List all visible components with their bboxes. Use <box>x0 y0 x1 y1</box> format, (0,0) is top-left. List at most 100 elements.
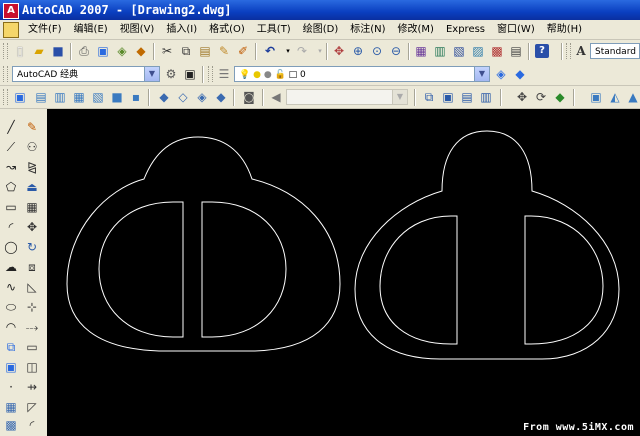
layer-previous-icon[interactable]: ◆ <box>512 66 528 82</box>
make-object-layer-current-icon[interactable]: ◈ <box>493 66 509 82</box>
chevron-down-icon[interactable]: ▼ <box>392 90 407 104</box>
menu-express[interactable]: Express <box>440 20 491 39</box>
bottom-view-icon[interactable]: ▥ <box>52 89 68 105</box>
save-icon[interactable]: ■ <box>50 43 66 59</box>
autocad-app-icon[interactable]: A <box>3 3 19 19</box>
insert-block-icon[interactable]: ⧉ <box>2 339 20 355</box>
zoom-previous-icon[interactable]: ⊖ <box>388 43 404 59</box>
named-views-icon[interactable]: ▣ <box>12 89 28 105</box>
print-icon[interactable]: ⎙ <box>76 43 92 59</box>
view-back-icon[interactable]: ◀ <box>268 89 284 105</box>
menu-tools[interactable]: 工具(T) <box>251 20 297 39</box>
se-iso-icon[interactable]: ◇ <box>175 89 191 105</box>
trim-icon[interactable]: ⊹ <box>23 299 41 315</box>
copy-icon[interactable]: ⧉ <box>178 43 194 59</box>
point-icon[interactable]: · <box>2 379 20 395</box>
move-icon[interactable]: ✥ <box>23 219 41 235</box>
save-workspace-icon[interactable]: ▣ <box>182 66 198 82</box>
nw-iso-icon[interactable]: ◆ <box>213 89 229 105</box>
menu-edit[interactable]: 编辑(E) <box>68 20 114 39</box>
3d-orbit-icon[interactable]: ✥ <box>514 89 530 105</box>
extend-icon[interactable]: ⤏ <box>23 319 41 335</box>
open-icon[interactable]: ▰ <box>31 43 47 59</box>
menu-dimension[interactable]: 标注(N) <box>344 20 391 39</box>
rectangle-icon[interactable]: ▭ <box>2 199 20 215</box>
spline-icon[interactable]: ∿ <box>2 279 20 295</box>
help-icon[interactable]: ? <box>535 44 549 58</box>
menu-file[interactable]: 文件(F) <box>22 20 68 39</box>
viewports-2-icon[interactable]: ▣ <box>440 89 456 105</box>
mirror-icon[interactable]: ⧎ <box>23 159 41 175</box>
3d-dwf-icon[interactable]: ◆ <box>133 43 149 59</box>
toolbar-grip[interactable] <box>566 43 571 59</box>
menu-modify[interactable]: 修改(M) <box>392 20 440 39</box>
calculator-icon[interactable]: ▤ <box>508 43 524 59</box>
drawing-canvas[interactable]: From www.5iMX.com <box>47 109 640 436</box>
publish-icon[interactable]: ◈ <box>114 43 130 59</box>
line-icon[interactable]: ╱ <box>2 119 20 135</box>
hatch-icon[interactable]: ▦ <box>2 399 20 415</box>
design-center-icon[interactable]: ▥ <box>432 43 448 59</box>
chevron-down-icon[interactable]: ▼ <box>144 67 159 81</box>
menu-draw[interactable]: 绘图(D) <box>297 20 345 39</box>
camera-icon[interactable]: ◙ <box>241 89 257 105</box>
ne-iso-icon[interactable]: ◈ <box>194 89 210 105</box>
menu-help[interactable]: 帮助(H) <box>541 20 588 39</box>
wedge-icon[interactable]: ◭ <box>607 89 623 105</box>
arc-icon[interactable]: ◜ <box>2 219 20 235</box>
sw-iso-icon[interactable]: ◆ <box>156 89 172 105</box>
break-at-point-icon[interactable]: ▭ <box>23 339 41 355</box>
make-block-icon[interactable]: ▣ <box>2 359 20 375</box>
polyline-icon[interactable]: ↝ <box>2 159 20 175</box>
cut-icon[interactable]: ✂ <box>159 43 175 59</box>
back-view-icon[interactable]: ▪ <box>128 89 144 105</box>
top-view-icon[interactable]: ▤ <box>33 89 49 105</box>
text-style-select[interactable]: Standard <box>590 43 640 59</box>
markup-icon[interactable]: ▩ <box>489 43 505 59</box>
circle-icon[interactable]: ◯ <box>2 239 20 255</box>
redo-icon[interactable]: ↷ <box>294 43 310 59</box>
box-icon[interactable]: ▣ <box>588 89 604 105</box>
toolbar-grip[interactable] <box>208 66 213 82</box>
block-editor-icon[interactable]: ✐ <box>235 43 251 59</box>
pan-icon[interactable]: ✥ <box>331 43 347 59</box>
chevron-down-icon[interactable]: ▼ <box>474 67 489 81</box>
toolbar-grip[interactable] <box>3 66 8 82</box>
new-icon[interactable]: ▯ <box>12 43 28 59</box>
paste-icon[interactable]: ▤ <box>197 43 213 59</box>
join-icon[interactable]: ⇸ <box>23 379 41 395</box>
sheet-set-icon[interactable]: ▨ <box>470 43 486 59</box>
layer-on-icon[interactable]: 💡 <box>239 70 250 80</box>
viewports-icon[interactable]: ⧉ <box>421 89 437 105</box>
offset-icon[interactable]: ⏏ <box>23 179 41 195</box>
zoom-realtime-icon[interactable]: ⊕ <box>350 43 366 59</box>
polygon-icon[interactable]: ⬠ <box>2 179 20 195</box>
viewports-4-icon[interactable]: ▥ <box>478 89 494 105</box>
3d-pan-icon[interactable]: ⟳ <box>533 89 549 105</box>
tool-palettes-icon[interactable]: ▧ <box>451 43 467 59</box>
properties-icon[interactable]: ▦ <box>413 43 429 59</box>
view-select[interactable]: ▼ <box>286 89 408 105</box>
fillet-icon[interactable]: ◜ <box>23 417 41 433</box>
toolbar-grip[interactable] <box>3 43 8 59</box>
text-style-icon[interactable]: A <box>573 43 589 59</box>
menu-window[interactable]: 窗口(W) <box>491 20 541 39</box>
ellipse-icon[interactable]: ⬭ <box>2 299 20 315</box>
break-icon[interactable]: ◫ <box>23 359 41 375</box>
chamfer-icon[interactable]: ◸ <box>23 399 41 415</box>
scale-icon[interactable]: ⧈ <box>23 259 41 275</box>
layer-manager-icon[interactable]: ☰ <box>216 66 232 82</box>
ellipse-arc-icon[interactable]: ◠ <box>2 319 20 335</box>
cone-icon[interactable]: ▲ <box>625 89 640 105</box>
toolbar-grip[interactable] <box>3 89 8 105</box>
layer-select[interactable]: 💡 ● ● 🔓 □ 0 ▼ <box>234 66 490 82</box>
revision-cloud-icon[interactable]: ☁ <box>2 259 20 275</box>
menu-view[interactable]: 视图(V) <box>114 20 161 39</box>
rotate-icon[interactable]: ↻ <box>23 239 41 255</box>
3d-walk-icon[interactable]: ◆ <box>552 89 568 105</box>
viewports-3-icon[interactable]: ▤ <box>459 89 475 105</box>
stretch-icon[interactable]: ◺ <box>23 279 41 295</box>
gradient-icon[interactable]: ▩ <box>2 417 20 433</box>
construction-line-icon[interactable]: ⟋ <box>2 139 20 155</box>
left-view-icon[interactable]: ▦ <box>71 89 87 105</box>
